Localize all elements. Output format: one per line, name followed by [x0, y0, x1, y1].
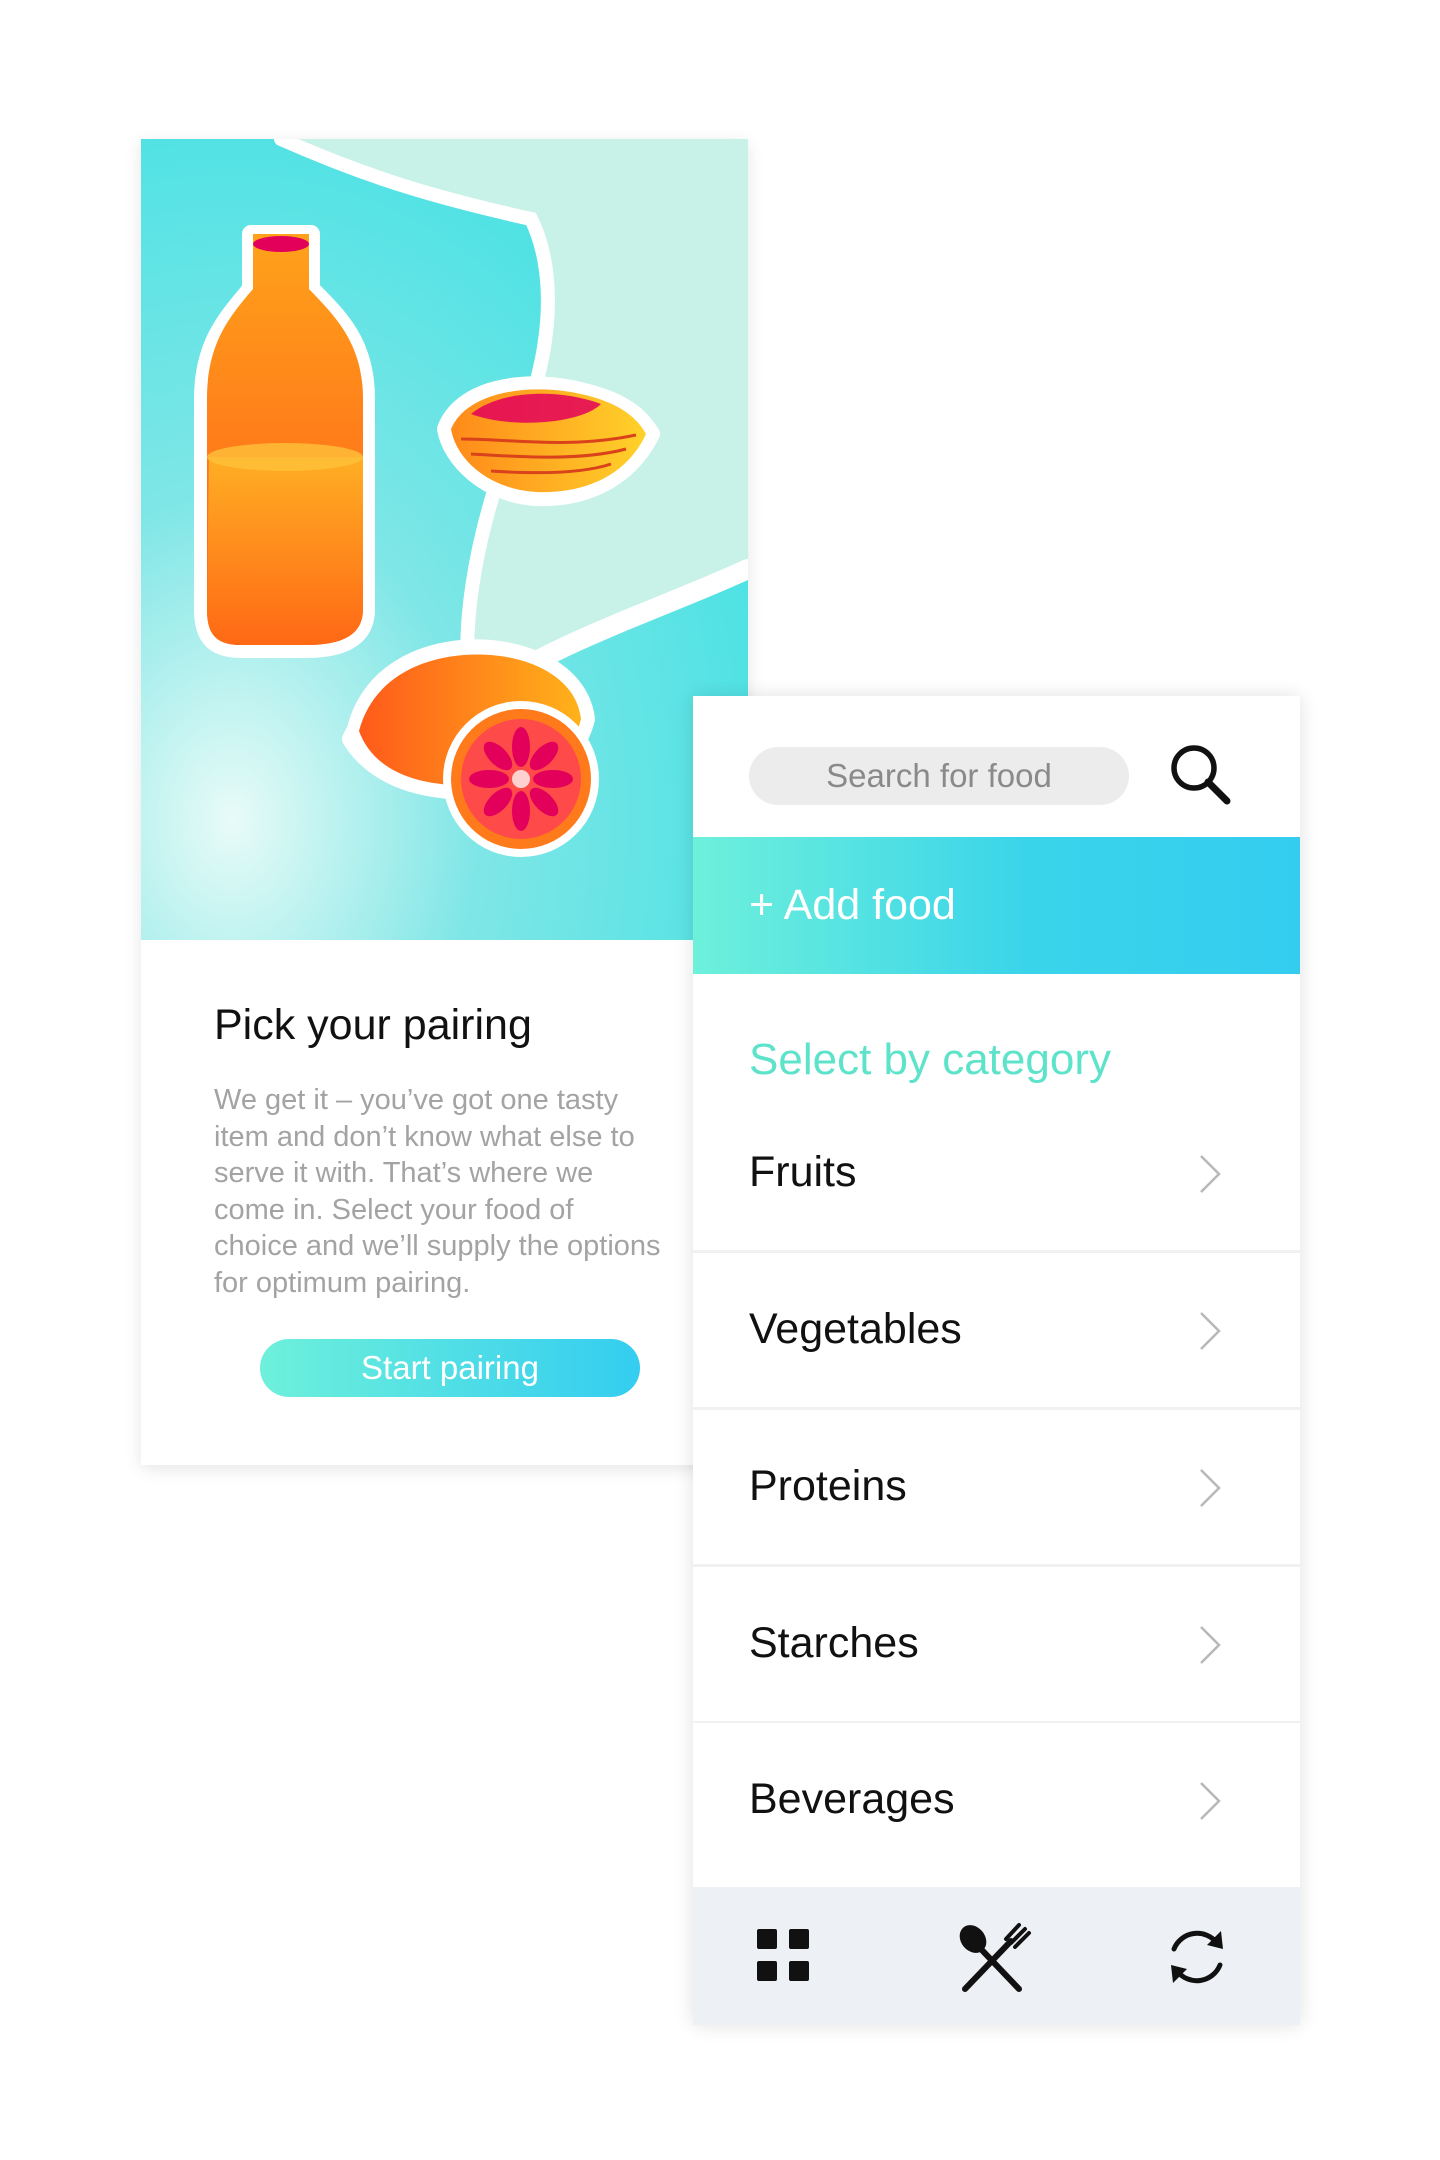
grid-icon[interactable]: [749, 1921, 821, 1993]
category-label: Starches: [749, 1619, 919, 1667]
refresh-icon[interactable]: [1161, 1921, 1233, 1993]
onboarding-title: Pick your pairing: [214, 1001, 532, 1049]
search-bar: Search for food: [693, 696, 1300, 837]
add-food-button[interactable]: + Add food: [693, 837, 1300, 974]
search-input[interactable]: Search for food: [749, 747, 1129, 805]
start-pairing-button[interactable]: Start pairing: [260, 1339, 640, 1397]
chevron-right-icon: [1200, 1469, 1221, 1507]
category-item-proteins[interactable]: Proteins: [693, 1410, 1300, 1567]
category-label: Beverages: [749, 1775, 955, 1823]
onboarding-card: Pick your pairing We get it – you’ve got…: [141, 139, 748, 1465]
add-food-label: + Add food: [749, 881, 956, 929]
fork-spoon-icon[interactable]: [951, 1921, 1031, 1993]
chevron-right-icon: [1200, 1626, 1221, 1664]
category-heading: Select by category: [749, 1035, 1111, 1084]
category-item-fruits[interactable]: Fruits: [693, 1096, 1300, 1253]
category-panel: Search for food + Add food Select by cat…: [693, 696, 1300, 2025]
chevron-right-icon: [1200, 1782, 1221, 1820]
food-illustration: [141, 139, 748, 940]
category-label: Vegetables: [749, 1305, 962, 1353]
category-label: Fruits: [749, 1148, 857, 1196]
category-item-starches[interactable]: Starches: [693, 1567, 1300, 1724]
category-item-vegetables[interactable]: Vegetables: [693, 1253, 1300, 1410]
category-item-beverages[interactable]: Beverages: [693, 1723, 1300, 1877]
chevron-right-icon: [1200, 1155, 1221, 1193]
search-icon[interactable]: [1165, 739, 1235, 809]
category-list: Fruits Vegetables Proteins Starches Beve…: [693, 1096, 1300, 1883]
illustration-svg: [141, 139, 748, 940]
bottom-nav: [693, 1887, 1300, 2025]
chevron-right-icon: [1200, 1312, 1221, 1350]
category-label: Proteins: [749, 1462, 907, 1510]
onboarding-description: We get it – you’ve got one tasty item an…: [214, 1084, 661, 1299]
pastry-icon: [437, 376, 660, 507]
